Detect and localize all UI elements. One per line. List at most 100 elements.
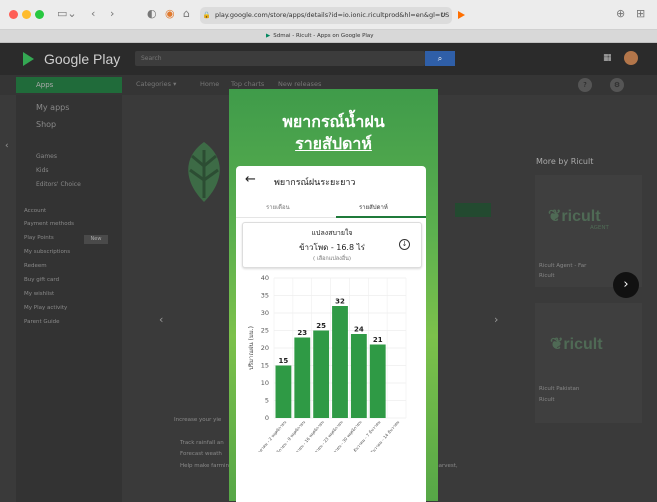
ricult-agent-sub: AGENT [590, 225, 609, 231]
address-bar[interactable]: 🔒 play.google.com/store/apps/details?id=… [200, 7, 452, 24]
apps-grid-icon[interactable]: ▦ [603, 53, 612, 63]
gear-icon[interactable]: ⚙ [610, 78, 624, 92]
sidebar-item-play-activity[interactable]: My Play activity [24, 305, 67, 311]
forward-icon[interactable]: › [110, 7, 114, 21]
x-tick-label: 8 ธันวาคม - 14 ธันวาคม [367, 419, 401, 452]
tab-weekly[interactable]: รายสัปดาห์ [359, 202, 388, 212]
chevron-right-icon: › [623, 277, 629, 292]
search-icon: ⌕ [437, 54, 443, 63]
ricult-pakistan-logo: ❦ricult [550, 336, 603, 353]
apps-label: Apps [36, 81, 54, 89]
nav-home[interactable]: Home [200, 80, 219, 88]
close-window-button[interactable] [9, 10, 18, 19]
description-line: Track rainfall an [180, 440, 224, 446]
related-app-name: Ricult Pakistan [539, 386, 580, 392]
apps-category-button[interactable]: Apps [16, 77, 122, 93]
arrow-left-icon[interactable]: ← [245, 172, 256, 187]
sidebar-item-play-points[interactable]: Play Points [24, 235, 54, 241]
more-by-heading: More by Ricult [536, 157, 594, 166]
play-store-icon [458, 11, 465, 19]
field-name: แปลงสบายใจ [311, 229, 353, 237]
install-button[interactable] [455, 203, 491, 217]
related-app-card[interactable] [535, 303, 642, 423]
screenshot-next-icon[interactable]: › [494, 313, 498, 326]
bar [350, 334, 367, 418]
leaf-icon: ❦ [550, 336, 564, 353]
y-axis-label: ปริมาณฝน (มม.) [248, 326, 255, 370]
field-change-link[interactable]: ( เลือกแปลงอื่น) [290, 255, 374, 263]
play-logo-icon [23, 52, 34, 66]
data-label: 25 [316, 322, 326, 330]
y-tick-label: 0 [265, 414, 269, 422]
sidebar-item-editors-choice[interactable]: Editors' Choice [36, 181, 81, 188]
download-icon[interactable]: ⊕ [616, 7, 625, 21]
y-tick-label: 20 [261, 344, 269, 352]
y-tick-label: 10 [261, 379, 269, 387]
bar [369, 344, 386, 418]
tab-bar: ▶ Sdmai - Ricult - Apps on Google Play [0, 30, 657, 43]
y-tick-label: 35 [261, 292, 269, 300]
data-label: 24 [354, 326, 364, 334]
tab-active-indicator [336, 216, 426, 218]
play-header: Google Play Search ⌕ ▦ [0, 43, 657, 75]
sidebar-item-gift-card[interactable]: Buy gift card [24, 277, 59, 283]
related-app-name: Ricult Agent - Far [539, 263, 587, 269]
sidebar-item-subscriptions[interactable]: My subscriptions [24, 249, 70, 255]
sidebar-item-wishlist[interactable]: My wishlist [24, 291, 54, 297]
avatar[interactable] [624, 51, 638, 65]
data-label: 32 [335, 298, 345, 306]
nav-top-charts[interactable]: Top charts [231, 80, 264, 88]
tab-monthly[interactable]: รายเดือน [266, 202, 290, 212]
sidebar-item-parent-guide[interactable]: Parent Guide [24, 319, 60, 325]
data-label: 21 [373, 336, 383, 344]
search-input[interactable]: Search [135, 51, 425, 66]
next-button[interactable]: › [613, 272, 639, 298]
description-line: Increase your yie [174, 417, 222, 423]
minimize-window-button[interactable] [22, 10, 31, 19]
shield-icon[interactable]: ◐ [147, 7, 157, 21]
sidebar-icon[interactable]: ▭⌄ [57, 7, 77, 21]
sidebar-item-redeem[interactable]: Redeem [24, 263, 47, 269]
related-app-card[interactable] [535, 175, 642, 287]
chevron-left-icon[interactable]: ‹ [5, 141, 9, 151]
ricult-agent-logo: ❦ricult [548, 208, 601, 225]
nav-new-releases[interactable]: New releases [278, 80, 321, 88]
back-icon[interactable]: ‹ [91, 7, 95, 21]
browser-titlebar: ▭⌄ ‹ › ◐ ◉ ⌂ 🔒 play.google.com/store/app… [0, 0, 657, 30]
tab-overview-icon[interactable]: ⊞ [636, 7, 645, 21]
reload-icon[interactable]: ↻ [441, 7, 446, 24]
screenshot-prev-icon[interactable]: ‹ [159, 313, 163, 326]
y-tick-label: 40 [261, 274, 269, 282]
play-tab-icon: ▶ [266, 33, 271, 39]
bar [294, 337, 311, 418]
home-icon[interactable]: ⌂ [183, 7, 190, 21]
sidebar-item-my-apps[interactable]: My apps [36, 103, 69, 112]
app-logo-icon [188, 142, 220, 202]
left-sidebar [16, 95, 122, 502]
sidebar-item-games[interactable]: Games [36, 153, 57, 160]
y-tick-label: 30 [261, 309, 269, 317]
nav-categories[interactable]: Categories ▾ [136, 80, 176, 88]
y-tick-label: 15 [261, 362, 269, 370]
leaf-icon: ❦ [548, 208, 562, 225]
url-text: play.google.com/store/apps/details?id=io… [214, 11, 450, 19]
zoom-window-button[interactable] [35, 10, 44, 19]
new-badge: New [84, 235, 108, 244]
chevron-circle-down-icon[interactable]: ↓ [399, 239, 410, 250]
tab-title: Sdmai - Ricult - Apps on Google Play [273, 33, 374, 39]
sidebar-item-payment-methods[interactable]: Payment methods [24, 221, 74, 227]
help-icon[interactable]: ? [578, 78, 592, 92]
description-line: Forecast weath [180, 451, 222, 457]
active-tab[interactable]: ▶ Sdmai - Ricult - Apps on Google Play [266, 30, 374, 43]
sidebar-item-account[interactable]: Account [24, 208, 46, 214]
lock-icon: 🔒 [202, 11, 211, 19]
play-logo[interactable]: Google Play [44, 51, 120, 67]
y-tick-label: 25 [261, 327, 269, 335]
sidebar-item-shop[interactable]: Shop [36, 120, 56, 129]
y-tick-label: 5 [265, 397, 269, 405]
field-crop: ข้าวโพด - 16.8 ไร่ [299, 243, 365, 252]
sidebar-item-kids[interactable]: Kids [36, 167, 49, 174]
extension-icon[interactable]: ◉ [165, 7, 175, 21]
bar [275, 365, 292, 418]
search-button[interactable]: ⌕ [425, 51, 455, 66]
